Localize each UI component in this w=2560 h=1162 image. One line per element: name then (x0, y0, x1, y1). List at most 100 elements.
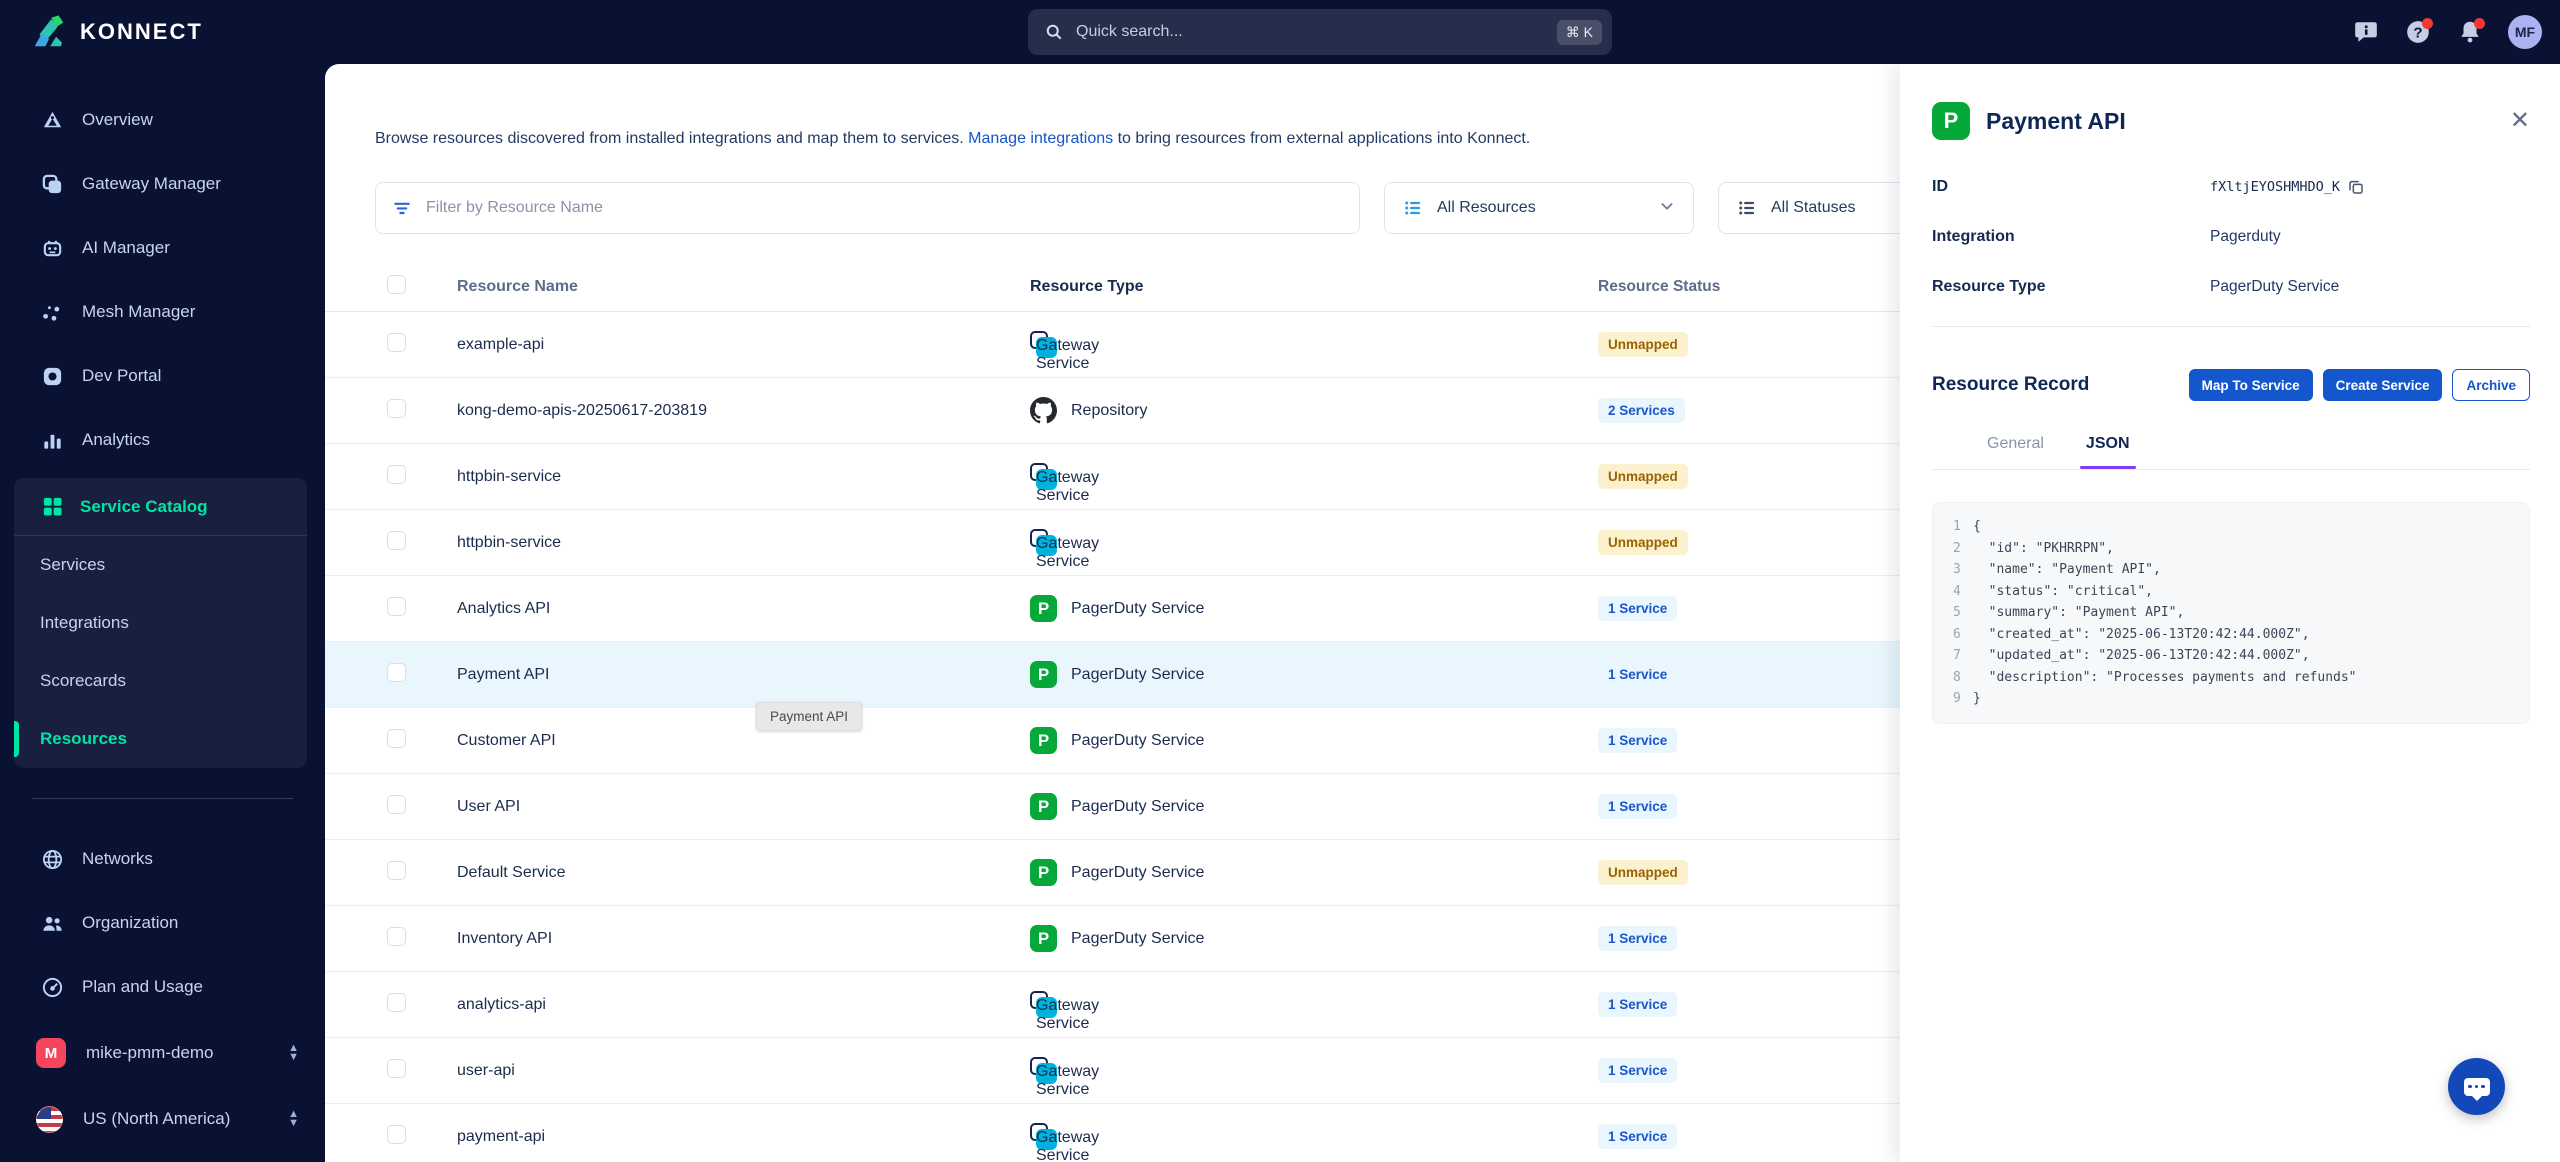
resource-name-cell: httpbin-service (457, 533, 562, 551)
sidebar-item-integrations[interactable]: Integrations (14, 594, 307, 652)
resource-name-cell: User API (457, 797, 521, 815)
sidebar-item-mesh-manager[interactable]: Mesh Manager (0, 286, 325, 338)
row-checkbox[interactable] (387, 926, 406, 946)
code-line: 4 "status": "critical", (1953, 583, 2154, 599)
region-switcher[interactable]: US (North America) ▲ ▼ (0, 1093, 325, 1145)
user-avatar[interactable]: MF (2508, 15, 2542, 49)
pagerduty-icon: P (1932, 102, 1970, 140)
resource-name-cell: analytics-api (457, 995, 546, 1013)
resource-status-badge[interactable]: 1 Service (1598, 794, 1678, 819)
gateway-service-icon: Gateway Service (1030, 1057, 1099, 1098)
help-icon[interactable]: ? (2404, 18, 2433, 46)
row-checkbox[interactable] (387, 992, 406, 1012)
sidebar-item-services[interactable]: Services (14, 536, 307, 594)
tab-general[interactable]: General (1987, 435, 2044, 469)
filter-icon (394, 202, 410, 215)
sidebar-item-service-catalog[interactable]: Service Catalog (14, 478, 307, 536)
field-value: fXltjEYOSHMHDO_K (2210, 179, 2364, 195)
resource-status-badge[interactable]: 1 Service (1598, 1058, 1678, 1083)
search-shortcut-badge: ⌘ K (1556, 19, 1602, 45)
mesh-manager-icon (40, 300, 64, 324)
column-resource-status[interactable]: Resource Status (1598, 278, 1720, 296)
resource-status-badge[interactable]: 1 Service (1598, 662, 1678, 687)
resource-status-badge[interactable]: 1 Service (1598, 728, 1678, 753)
resource-type-cell: P PagerDuty Service (1030, 661, 1598, 688)
resource-status-badge[interactable]: Unmapped (1598, 464, 1688, 489)
resource-type-dropdown[interactable]: All Resources (1384, 182, 1694, 234)
map-to-service-button[interactable]: Map To Service (2188, 369, 2313, 401)
row-checkbox[interactable] (387, 398, 406, 418)
column-resource-name[interactable]: Resource Name (457, 278, 1030, 296)
pagerduty-icon: P (1030, 925, 1057, 952)
code-line: 6 "created_at": "2025-06-13T20:42:44.000… (1953, 626, 2310, 642)
sidebar-item-organization[interactable]: Organization (0, 897, 325, 949)
manage-integrations-link[interactable]: Manage integrations (968, 130, 1113, 147)
row-checkbox[interactable] (387, 794, 406, 814)
row-tooltip: Payment API (756, 702, 863, 731)
resource-type-cell: P PagerDuty Service (1030, 595, 1598, 622)
resource-type-cell: Gateway Service (1030, 529, 1598, 570)
page-description: Browse resources discovered from install… (375, 130, 1531, 147)
copy-icon[interactable] (2348, 179, 2364, 195)
chat-widget-button[interactable] (2448, 1058, 2505, 1115)
search-placeholder: Quick search... (1076, 23, 1183, 40)
resource-status-badge[interactable]: Unmapped (1598, 860, 1688, 885)
resource-status-badge[interactable]: 1 Service (1598, 1124, 1678, 1149)
row-checkbox[interactable] (387, 596, 406, 616)
resource-status-badge[interactable]: 1 Service (1598, 926, 1678, 951)
row-checkbox[interactable] (387, 860, 406, 880)
sidebar-item-analytics[interactable]: Analytics (0, 414, 325, 466)
close-icon[interactable]: ✕ (2510, 109, 2530, 133)
tabs-divider (1932, 469, 2530, 470)
resource-name-filter-input[interactable]: Filter by Resource Name (375, 182, 1360, 234)
row-checkbox[interactable] (387, 662, 406, 682)
row-checkbox[interactable] (387, 530, 406, 550)
org-avatar: M (36, 1038, 66, 1068)
resource-name-cell: example-api (457, 335, 545, 353)
konnect-logo[interactable]: KONNECT (30, 13, 203, 51)
row-checkbox[interactable] (387, 332, 406, 352)
resource-status-badge[interactable]: 1 Service (1598, 992, 1678, 1017)
org-switcher[interactable]: M mike-pmm-demo ▲ ▼ (0, 1027, 325, 1079)
select-all-checkbox[interactable] (387, 274, 406, 294)
row-checkbox[interactable] (387, 728, 406, 748)
quick-search-input[interactable]: Quick search... ⌘ K (1028, 9, 1612, 55)
tab-json[interactable]: JSON (2079, 435, 2136, 469)
sidebar-item-label: Mesh Manager (82, 302, 196, 321)
resource-type-cell: Gateway Service (1030, 331, 1598, 372)
sidebar-item-ai-manager[interactable]: AI Manager (0, 222, 325, 274)
resource-status-badge[interactable]: 1 Service (1598, 596, 1678, 621)
resource-status-badge[interactable]: Unmapped (1598, 530, 1688, 555)
top-bar: KONNECT Quick search... ⌘ K ? MF (0, 0, 2560, 64)
sidebar-item-scorecards[interactable]: Scorecards (14, 652, 307, 710)
sidebar-item-dev-portal[interactable]: Dev Portal (0, 350, 325, 402)
archive-button[interactable]: Archive (2452, 369, 2530, 401)
gateway-service-icon: Gateway Service (1030, 529, 1099, 570)
resource-type-cell: P PagerDuty Service (1030, 793, 1598, 820)
resource-type-cell: P PagerDuty Service (1030, 925, 1598, 952)
resource-status-badge[interactable]: 2 Services (1598, 398, 1685, 423)
resource-detail-panel: P Payment API ✕ ID fXltjEYOSHMHDO_K Integr… (1900, 64, 2560, 1162)
sidebar-item-networks[interactable]: Networks (0, 833, 325, 885)
sidebar-item-overview[interactable]: Overview (0, 94, 325, 146)
row-checkbox[interactable] (387, 1124, 406, 1144)
github-repository-icon (1030, 397, 1057, 424)
resource-name-cell: Default Service (457, 863, 566, 881)
resource-name-cell: kong-demo-apis-20250617-203819 (457, 401, 707, 419)
sidebar-item-gateway-manager[interactable]: Gateway Manager (0, 158, 325, 210)
feedback-icon[interactable] (2352, 18, 2380, 46)
create-service-button[interactable]: Create Service (2322, 369, 2443, 401)
panel-tabs: General JSON (1932, 435, 2530, 469)
column-resource-type[interactable]: Resource Type (1030, 278, 1598, 296)
resource-record-section: Resource Record Map To Service Create Ser… (1932, 369, 2530, 401)
sidebar-item-label: Dev Portal (82, 366, 162, 385)
sidebar-item-resources[interactable]: Resources (14, 710, 307, 768)
sidebar-item-plan-and-usage[interactable]: Plan and Usage (0, 961, 325, 1013)
row-checkbox[interactable] (387, 1058, 406, 1078)
json-code-block[interactable]: 1{2 "id": "PKHRRPN", 3 "name": "Payment A… (1932, 502, 2530, 724)
pagerduty-icon: P (1030, 727, 1057, 754)
resource-status-badge[interactable]: Unmapped (1598, 332, 1688, 357)
sidebar-item-label: Analytics (82, 430, 151, 449)
notifications-bell-icon[interactable] (2456, 18, 2485, 46)
row-checkbox[interactable] (387, 464, 406, 484)
